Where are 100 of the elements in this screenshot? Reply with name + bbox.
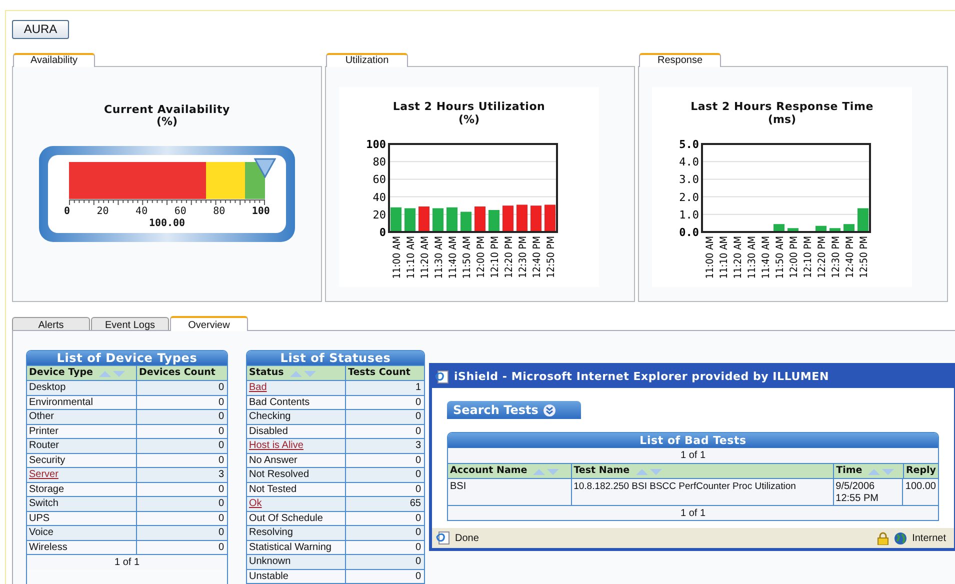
table-cell: Unknown [249,556,291,567]
account-button[interactable]: AURA [12,20,69,38]
table-cell: Other [29,411,54,422]
table-link[interactable]: Server [29,469,58,480]
column-header[interactable]: Reply [904,464,938,478]
chart-unit: (ms) [768,113,796,126]
table-cell: Voice [29,527,54,538]
bar [544,204,556,232]
bar [432,208,444,232]
table-cell: 1 [415,382,421,393]
table-link[interactable]: Host is Alive [249,440,304,451]
y-tick-label: 100 [366,138,386,151]
bar [516,204,528,232]
table-cell: Statistical Warning [249,542,332,552]
panel-tab[interactable]: Response [639,53,721,67]
x-tick-label: 11:30 AM [747,236,758,279]
tab[interactable]: Overview [170,316,248,331]
panel-tab[interactable]: Utilization [326,53,408,67]
table-title: List of Statuses [247,351,424,365]
chart-title: Last 2 Hours Response Time [690,100,874,113]
pager-text: 1 of 1 [680,450,706,461]
window-title: iShield - Microsoft Internet Explorer provided by ILLUMEN [454,368,829,385]
x-tick-label: 12:30 PM [831,236,842,278]
table-cell: 0 [415,426,421,436]
pager-text: 1 of 1 [680,508,706,519]
table-cell: Printer [29,426,58,436]
table-cell: Environmental [29,396,93,408]
bar [446,207,458,232]
x-tick-label: 11:20 AM [733,236,744,279]
x-tick-label: 12:00 PM [789,236,800,278]
table-link[interactable]: Ok [249,498,262,509]
table-cell: 65 [410,498,421,509]
tab[interactable]: Event Logs [91,317,169,330]
x-tick-label: 12:50 PM [546,236,557,278]
table-cell: 0 [415,411,421,422]
table-cell: UPS [29,512,50,524]
sort-arrows-icon[interactable] [866,468,896,474]
tab[interactable]: Alerts [12,317,90,330]
x-tick-label: 11:30 AM [434,236,445,279]
bar [502,206,514,232]
table-cell: Not Tested [249,484,297,494]
x-tick-label: 11:00 AM [705,236,716,279]
bar [488,210,500,232]
x-tick-label: 11:10 AM [406,236,417,279]
chart-title: Current Availability [104,104,230,116]
table-cell: 0 [218,454,224,466]
table-cell: 0 [415,396,421,408]
sort-arrows-icon[interactable] [531,468,562,474]
x-tick-label: 12:40 PM [845,236,856,278]
column-header[interactable]: Devices Count [137,366,227,380]
table-cell: 10.8.182.250 BSI BSCC PerfCounter Proc Utilization [574,481,796,492]
y-tick-label: 0 [379,226,386,239]
table-title: List of Bad Tests [448,433,938,448]
x-tick-label: 12:50 PM [859,236,870,278]
bar [460,212,472,232]
zone-text: Internet [912,532,947,546]
table-cell: Security [29,454,66,466]
bar [530,206,542,232]
table-cell: 0 [415,512,421,524]
search-tests-button[interactable]: Search Tests [447,401,581,419]
x-tick-label: 12:00 PM [476,236,487,278]
table-cell: 3 [415,440,421,451]
table-cell: 0 [218,411,224,422]
table-cell: Not Resolved [249,469,310,480]
y-tick-label: 40 [372,190,386,204]
sort-arrows-icon[interactable] [288,370,318,376]
table-cell: Router [29,440,60,451]
x-tick-label: 12:20 PM [504,236,515,278]
table-cell: BSI [450,481,466,492]
column-header[interactable]: Tests Count [346,366,424,380]
expand-icon [543,404,556,416]
table-cell: 0 [415,469,421,480]
panel-tab[interactable]: Availability [13,53,95,67]
x-tick-label: 11:00 AM [392,236,403,279]
table-title: List of Device Types [27,351,227,365]
x-tick-label: 11:40 AM [448,236,459,279]
x-tick-label: 12:20 PM [817,236,828,278]
table-cell: Bad Contents [249,396,310,408]
globe-icon [894,532,908,544]
table-cell: Resolving [249,527,293,538]
x-tick-label: 11:50 AM [462,236,473,279]
bar [830,228,840,232]
y-tick-label: 20 [372,208,386,222]
table-cell: 0 [218,498,224,509]
table-cell-text: 9/5/2006 12:55 PM [836,481,880,505]
scale-label: 40 [136,206,148,218]
sort-arrows-icon[interactable] [634,468,664,474]
sort-arrows-icon[interactable] [96,370,127,376]
chart-unit: (%) [458,113,480,126]
table-cell: Wireless [29,542,68,552]
x-tick-label: 11:10 AM [719,236,730,279]
table-link[interactable]: Bad [249,382,267,393]
y-tick-label: 2.0 [679,190,699,204]
x-tick-label: 11:20 AM [420,236,431,279]
table-cell: Desktop [29,382,66,393]
table-cell: 0 [218,396,224,408]
chart-title: Last 2 Hours Utilization [392,100,546,113]
y-tick-label: 80 [372,156,386,169]
scale-label: 100 [252,206,270,218]
status-text: Done [455,532,480,546]
